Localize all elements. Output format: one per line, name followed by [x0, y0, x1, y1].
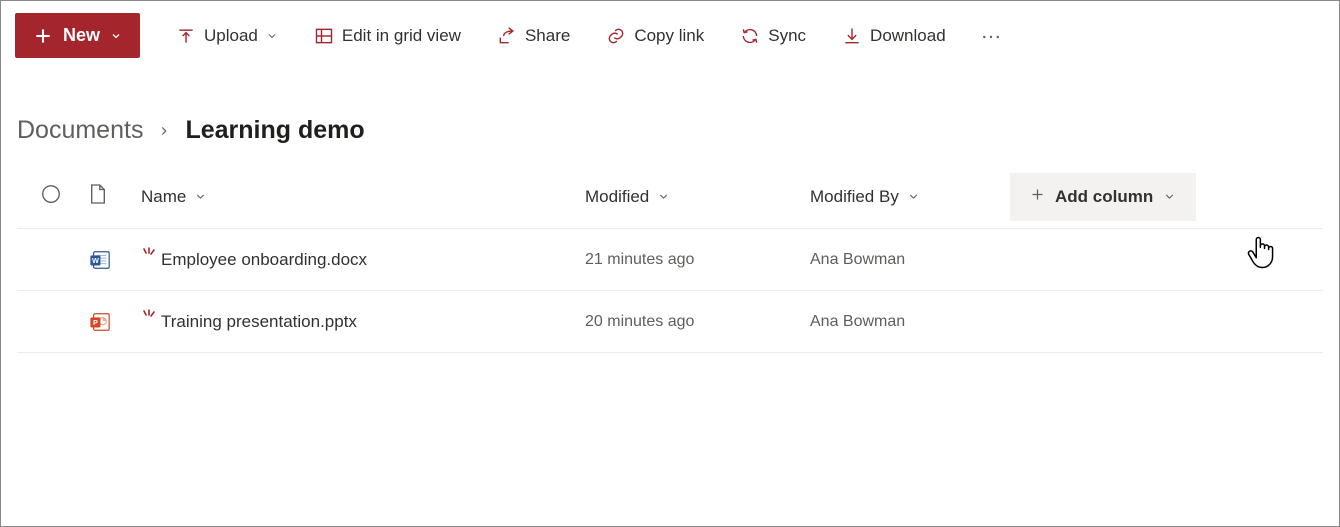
breadcrumb: Documents Learning demo: [1, 70, 1339, 165]
share-icon: [497, 26, 517, 46]
grid-icon: [314, 26, 334, 46]
link-icon: [606, 26, 626, 46]
new-item-indicator-icon: [141, 247, 155, 261]
file-modified-by: Ana Bowman: [810, 251, 905, 268]
download-button[interactable]: Download: [828, 16, 960, 56]
new-item-indicator-icon: [141, 309, 155, 323]
select-all-circle-icon[interactable]: [40, 183, 62, 210]
new-button[interactable]: New: [15, 13, 140, 58]
file-modified: 20 minutes ago: [585, 313, 694, 330]
upload-label: Upload: [204, 26, 258, 46]
breadcrumb-root[interactable]: Documents: [17, 116, 143, 145]
chevron-down-icon: [1163, 190, 1176, 203]
word-file-icon: W: [89, 249, 111, 271]
column-header-name-label: Name: [141, 187, 186, 207]
copy-link-button[interactable]: Copy link: [592, 16, 718, 56]
sync-button[interactable]: Sync: [726, 16, 820, 56]
upload-icon: [176, 26, 196, 46]
file-name[interactable]: Training presentation.pptx: [161, 312, 357, 332]
ellipsis-icon: [982, 28, 1000, 43]
sync-icon: [740, 26, 760, 46]
chevron-down-icon: [110, 30, 122, 42]
file-type-icon[interactable]: [89, 183, 107, 210]
add-column-button[interactable]: Add column: [1010, 173, 1196, 221]
chevron-down-icon: [907, 190, 920, 203]
download-label: Download: [870, 26, 946, 46]
edit-grid-button[interactable]: Edit in grid view: [300, 16, 475, 56]
breadcrumb-current: Learning demo: [185, 116, 364, 145]
more-actions-button[interactable]: [968, 18, 1014, 53]
column-header-modified-by[interactable]: Modified By: [810, 187, 920, 207]
download-icon: [842, 26, 862, 46]
file-name[interactable]: Employee onboarding.docx: [161, 250, 367, 270]
plus-icon: [33, 26, 53, 46]
toolbar: New Upload Edit in grid view: [1, 1, 1339, 70]
table-row[interactable]: W Employee onboarding.docx 21 minutes ag…: [17, 229, 1323, 291]
powerpoint-file-icon: P: [89, 311, 111, 333]
column-header-modified[interactable]: Modified: [585, 187, 670, 207]
plus-icon: [1030, 187, 1045, 207]
svg-text:W: W: [92, 256, 99, 265]
column-header-modified-by-label: Modified By: [810, 187, 899, 207]
new-button-label: New: [63, 25, 100, 46]
column-header-name[interactable]: Name: [141, 187, 207, 207]
file-modified-by: Ana Bowman: [810, 313, 905, 330]
edit-grid-label: Edit in grid view: [342, 26, 461, 46]
table-header-row: Name Modified Modified By: [17, 165, 1323, 229]
file-modified: 21 minutes ago: [585, 251, 694, 268]
file-table: Name Modified Modified By: [1, 165, 1339, 353]
share-button[interactable]: Share: [483, 16, 584, 56]
upload-button[interactable]: Upload: [162, 16, 292, 56]
chevron-down-icon: [194, 190, 207, 203]
add-column-label: Add column: [1055, 187, 1153, 207]
copy-link-label: Copy link: [634, 26, 704, 46]
svg-text:P: P: [93, 318, 98, 327]
chevron-down-icon: [266, 30, 278, 42]
sync-label: Sync: [768, 26, 806, 46]
chevron-down-icon: [657, 190, 670, 203]
column-header-modified-label: Modified: [585, 187, 649, 207]
chevron-right-icon: [157, 124, 171, 138]
share-label: Share: [525, 26, 570, 46]
table-row[interactable]: P Training presentation.pptx 20 minutes …: [17, 291, 1323, 353]
